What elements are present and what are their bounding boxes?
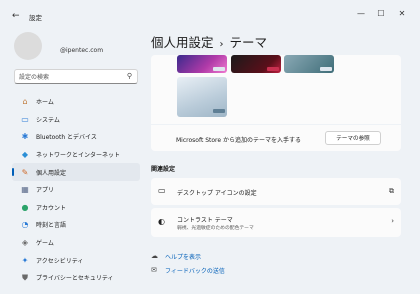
theme-thumbnail[interactable] (177, 55, 227, 73)
sidebar-item[interactable]: ◆ ネットワークとインターネット (12, 146, 140, 164)
window-title: 設定 (29, 14, 42, 22)
minimize-button[interactable]: — (355, 9, 367, 18)
sidebar-nav: ⌂ ホーム ▭ システム ✱ Bluetooth とデバイス ◆ ネットワークとインターネット… (12, 93, 140, 287)
bluetooth-icon: ✱ (21, 132, 29, 142)
search-icon[interactable]: ⚲ (127, 72, 132, 80)
sidebar-item-label: Bluetooth とデバイス (36, 134, 97, 142)
sidebar-item[interactable]: ● アカウント (12, 199, 140, 217)
sidebar-item[interactable]: ▦ アプリ (12, 181, 140, 199)
accounts-icon: ● (21, 202, 29, 212)
sidebar-item[interactable]: ✎ 個人用設定 (12, 163, 140, 181)
sidebar-item[interactable]: ▭ システム (12, 111, 140, 129)
browse-themes-button[interactable]: テーマの参照 (325, 131, 381, 145)
contrast-icon: ◐ (158, 217, 165, 226)
desktop-icon-settings-row[interactable]: ▭ デスクトップ アイコンの設定 ⧉ (151, 178, 401, 205)
system-icon: ▭ (21, 114, 29, 124)
account-email: @ipentec.com (60, 47, 104, 54)
breadcrumb-separator-icon: › (219, 39, 224, 50)
sidebar-item-label: アプリ (36, 187, 55, 195)
desktop-icon-settings-label: デスクトップ アイコンの設定 (177, 190, 257, 197)
apps-icon: ▦ (21, 185, 29, 195)
related-settings-heading: 関連設定 (151, 166, 176, 173)
chevron-right-icon: › (391, 217, 394, 225)
contrast-themes-row[interactable]: ◐ コントラスト テーマ 弱視、光過敏症のための配色テーマ › (151, 208, 401, 237)
give-feedback-link[interactable]: ✉ フィードバックの送信 (151, 264, 225, 276)
search-box[interactable]: ⚲ (14, 69, 138, 84)
page-title: 個人用設定 › テーマ (151, 32, 267, 51)
monitor-icon: ▭ (158, 186, 166, 195)
breadcrumb-current: テーマ (229, 35, 268, 50)
sidebar-item-label: 個人用設定 (36, 169, 67, 177)
sidebar-item-label: システム (36, 116, 60, 124)
search-input[interactable] (19, 73, 119, 81)
contrast-themes-label: コントラスト テーマ (177, 217, 233, 224)
title-bar: ← 設定 — ☐ ✕ (0, 0, 420, 32)
feedback-icon: ✉ (151, 266, 157, 274)
sidebar-item[interactable]: ◈ ゲーム (12, 234, 140, 252)
close-button[interactable]: ✕ (396, 9, 408, 18)
store-themes-label: Microsoft Store から追加のテーマを入手する (176, 137, 301, 144)
sidebar-item-label: アカウント (36, 204, 67, 212)
store-themes-row: Microsoft Store から追加のテーマを入手する テーマの参照 (151, 125, 401, 151)
get-help-link[interactable]: ☁ ヘルプを表示 (151, 250, 201, 262)
sidebar-item-label: 時刻と言語 (36, 222, 67, 230)
get-help-label[interactable]: ヘルプを表示 (165, 252, 201, 261)
theme-thumbnail[interactable] (231, 55, 281, 73)
avatar[interactable] (14, 32, 42, 60)
sidebar-item-label: ホーム (36, 99, 54, 107)
sidebar-item[interactable]: ⌂ ホーム (12, 93, 140, 111)
sidebar-item[interactable]: ✦ アクセシビリティ (12, 251, 140, 269)
help-icon: ☁ (151, 252, 158, 260)
sidebar-item-label: ネットワークとインターネット (36, 152, 121, 160)
theme-thumbnail[interactable] (284, 55, 334, 73)
contrast-themes-description: 弱視、光過敏症のための配色テーマ (177, 226, 254, 231)
gaming-icon: ◈ (21, 238, 29, 248)
settings-window: ← 設定 — ☐ ✕ @ipentec.com ⚲ ⌂ ホーム ▭ システム ✱ Blue… (0, 0, 420, 294)
sidebar-item[interactable]: ✱ Bluetooth とデバイス (12, 128, 140, 146)
back-arrow-icon[interactable]: ← (12, 11, 20, 21)
sidebar-item[interactable]: ⛊ プライバシーとセキュリティ (12, 269, 140, 287)
breadcrumb-personalization[interactable]: 個人用設定 (151, 35, 214, 50)
sidebar-item[interactable]: ◔ 時刻と言語 (12, 216, 140, 234)
theme-thumbnail[interactable] (177, 77, 227, 117)
personalization-icon: ✎ (21, 167, 29, 177)
maximize-button[interactable]: ☐ (375, 9, 387, 18)
network-icon: ◆ (21, 150, 29, 160)
home-icon: ⌂ (22, 97, 28, 107)
time-language-icon: ◔ (21, 220, 29, 230)
accessibility-icon: ✦ (21, 255, 29, 265)
external-link-icon: ⧉ (389, 187, 394, 195)
sidebar-item-label: アクセシビリティ (36, 257, 84, 265)
sidebar-item-label: プライバシーとセキュリティ (36, 275, 114, 283)
sidebar-item-label: ゲーム (36, 240, 54, 248)
theme-gallery (151, 55, 401, 124)
give-feedback-label[interactable]: フィードバックの送信 (165, 266, 225, 275)
privacy-icon: ⛊ (22, 272, 28, 282)
